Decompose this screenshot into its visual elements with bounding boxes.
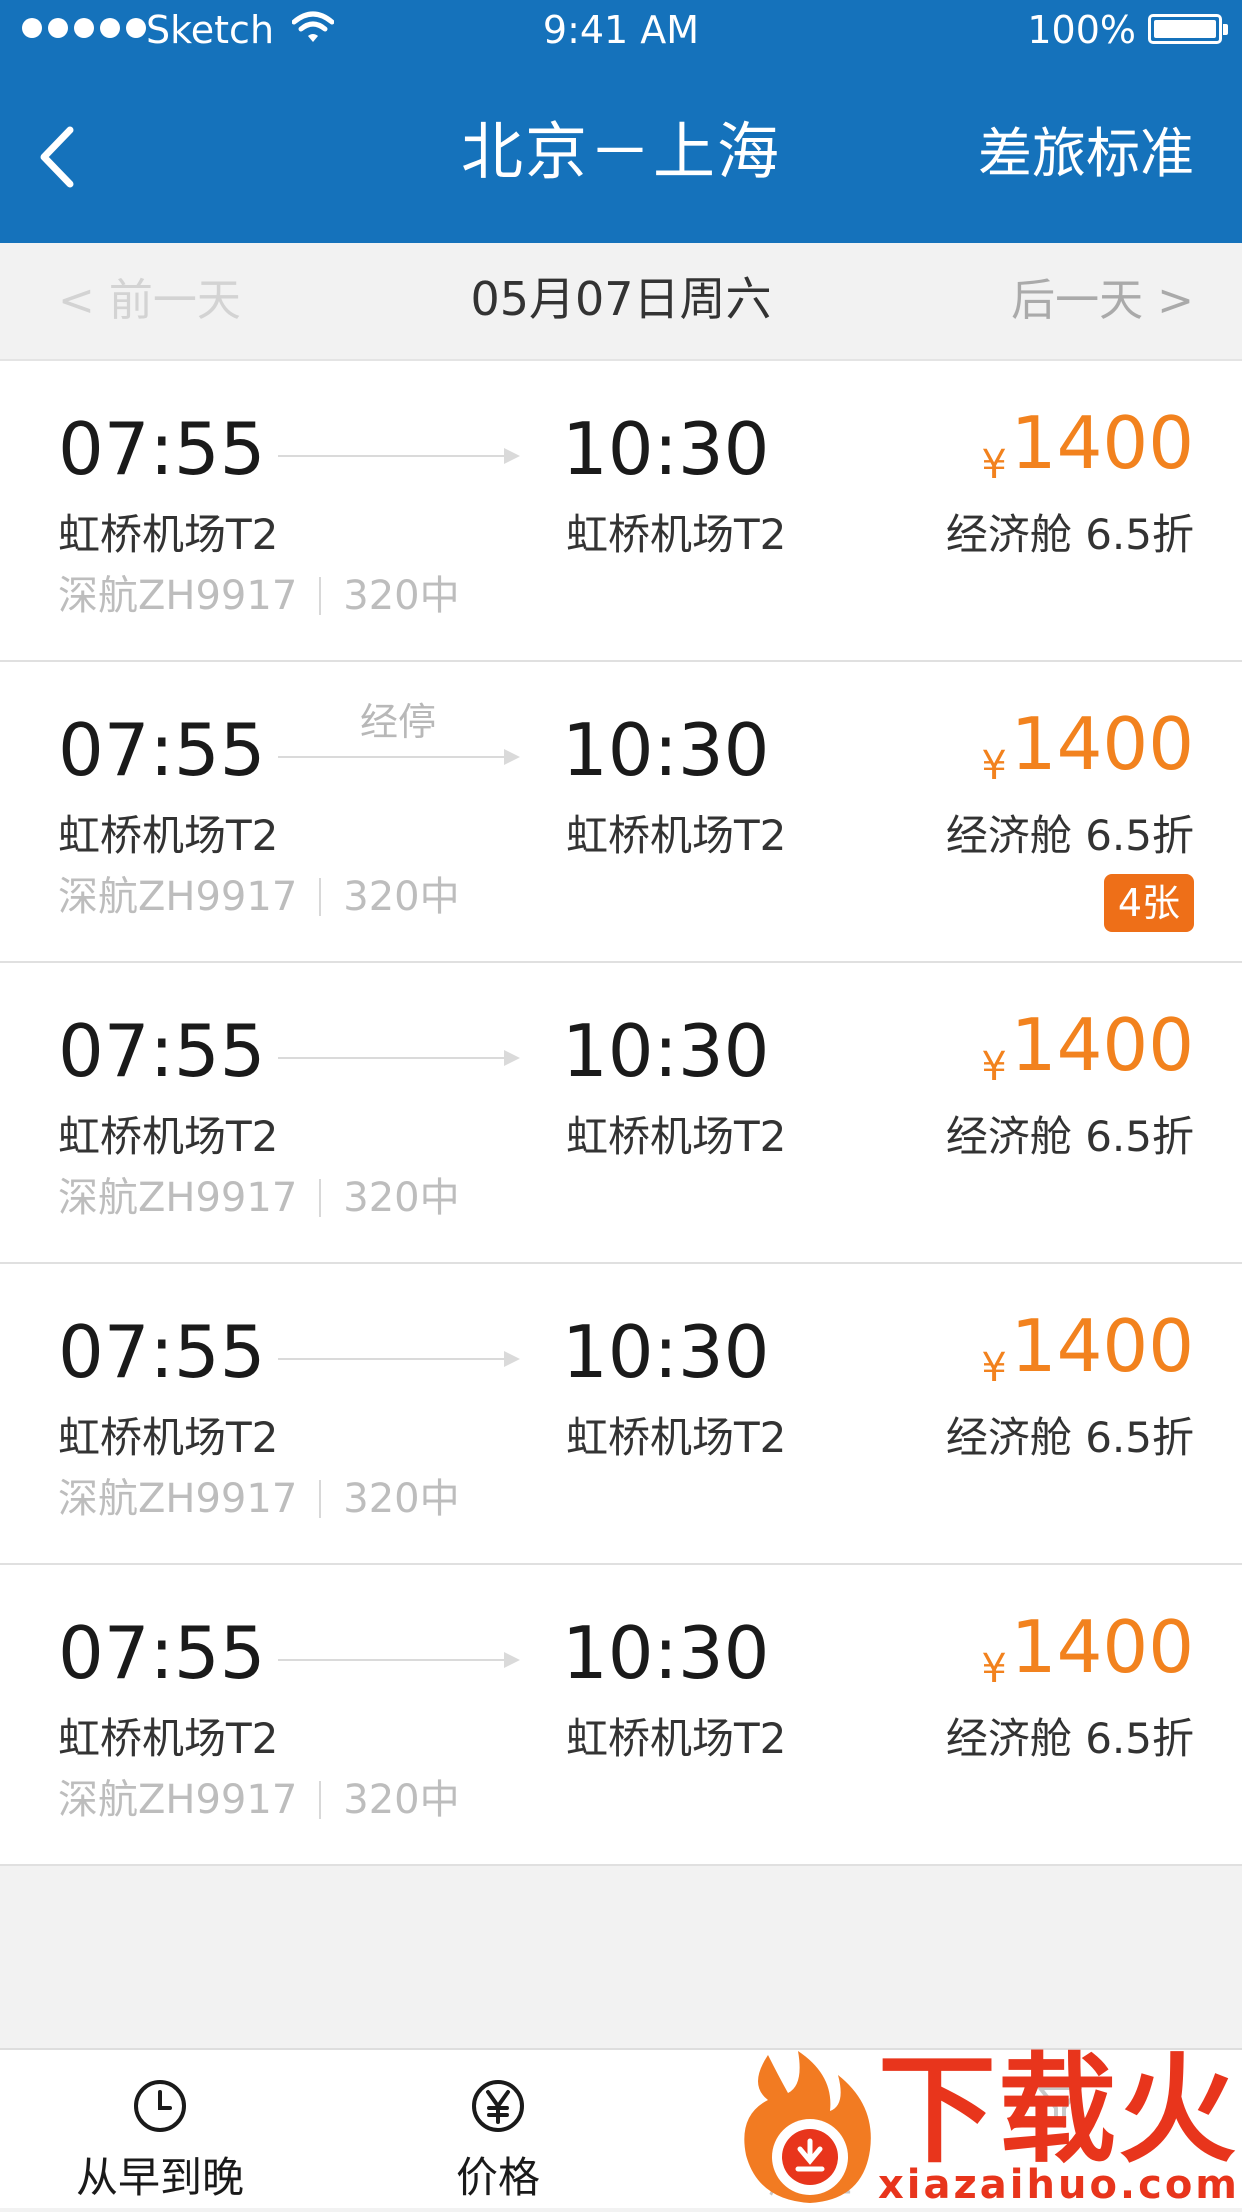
tickets-left-badge: 4张 [1103,874,1194,932]
divider [319,1480,322,1518]
tab-sort-by-price[interactable]: 价格 [388,2078,608,2206]
airline-flight-number: 深航ZH9917 [58,1175,298,1221]
route-arrow-icon [278,448,520,464]
watermark-text: 下载火 [878,2041,1239,2179]
aircraft-type: 320中 [343,874,460,920]
aircraft-type: 320中 [343,573,460,619]
watermark-url: xiazaihuo.com [878,2162,1240,2208]
status-bar: Sketch 9:41 AM 100% [0,0,1242,60]
tab-sort-by-time[interactable]: 从早到晚 [50,2078,270,2206]
departure-time: 07:55 [58,1611,266,1695]
flight-info: 深航ZH9917 320中 [58,1472,460,1526]
departure-time: 07:55 [58,708,266,792]
price-amount: 1400 [1010,401,1194,485]
watermark-logo: 下载火 xiazaihuo.com [738,2045,1242,2208]
flight-row[interactable]: 07:55 10:30 虹桥机场T2 虹桥机场T2 深航ZH9917 320中 ¥… [0,1264,1242,1565]
flight-info: 深航ZH9917 320中 [58,870,460,924]
price-amount: 1400 [1010,1304,1194,1388]
arrival-time: 10:30 [562,407,770,491]
tab-label: 从早到晚 [75,2153,244,2202]
price: ¥1400 [981,1304,1194,1391]
price: ¥1400 [981,702,1194,789]
divider [319,878,322,916]
route-arrow-icon [278,749,520,765]
flight-row[interactable]: 07:55 10:30 虹桥机场T2 虹桥机场T2 深航ZH9917 320中 ¥… [0,963,1242,1264]
currency-symbol: ¥ [981,442,1007,488]
price-amount: 1400 [1010,702,1194,786]
arrival-time: 10:30 [562,1611,770,1695]
flight-list: 07:55 10:30 虹桥机场T2 虹桥机场T2 深航ZH9917 320中 ¥… [0,361,1242,1866]
divider [319,1179,322,1217]
price: ¥1400 [981,401,1194,488]
currency-symbol: ¥ [981,1044,1007,1090]
departure-time: 07:55 [58,407,266,491]
price: ¥1400 [981,1605,1194,1692]
flight-row[interactable]: 07:55 经停 10:30 虹桥机场T2 虹桥机场T2 深航ZH9917 320… [0,662,1242,963]
aircraft-type: 320中 [343,1175,460,1221]
flight-info: 深航ZH9917 320中 [58,1171,460,1225]
departure-airport: 虹桥机场T2 [58,1112,279,1161]
yen-icon [472,2080,524,2132]
cabin-class: 经济舱 6.5折 [945,510,1194,559]
aircraft-type: 320中 [343,1476,460,1522]
departure-airport: 虹桥机场T2 [58,510,279,559]
cabin-class: 经济舱 6.5折 [945,1413,1194,1462]
arrival-airport: 虹桥机场T2 [566,1112,787,1161]
arrival-airport: 虹桥机场T2 [566,510,787,559]
arrival-time: 10:30 [562,1310,770,1394]
departure-time: 07:55 [58,1009,266,1093]
flight-row[interactable]: 07:55 10:30 虹桥机场T2 虹桥机场T2 深航ZH9917 320中 ¥… [0,361,1242,662]
price-amount: 1400 [1010,1605,1194,1689]
battery-icon [1148,14,1228,44]
top-bar: Sketch 9:41 AM 100% 北京－上海 差旅标准 [0,0,1242,243]
travel-policy-button[interactable]: 差旅标准 [978,118,1194,190]
arrival-airport: 虹桥机场T2 [566,1413,787,1462]
departure-airport: 虹桥机场T2 [58,1714,279,1763]
arrival-time: 10:30 [562,708,770,792]
price-amount: 1400 [1010,1003,1194,1087]
clock-icon [134,2080,186,2132]
airline-flight-number: 深航ZH9917 [58,1476,298,1522]
cabin-class: 经济舱 6.5折 [945,1112,1194,1161]
price: ¥1400 [981,1003,1194,1090]
tab-label: 价格 [455,2153,540,2202]
currency-symbol: ¥ [981,743,1007,789]
currency-symbol: ¥ [981,1646,1007,1692]
next-day-button[interactable]: 后一天 > [1011,273,1194,329]
arrival-airport: 虹桥机场T2 [566,1714,787,1763]
flame-logo-icon [744,2051,871,2203]
airline-flight-number: 深航ZH9917 [58,573,298,619]
route-arrow-icon [278,1351,520,1367]
arrival-airport: 虹桥机场T2 [566,811,787,860]
date-bar: < 前一天 05月07日周六 后一天 > [0,243,1242,361]
flight-info: 深航ZH9917 320中 [58,569,460,623]
cabin-class: 经济舱 6.5折 [945,1714,1194,1763]
route-arrow-icon [278,1652,520,1668]
arrival-time: 10:30 [562,1009,770,1093]
currency-symbol: ¥ [981,1345,1007,1391]
flight-info: 深航ZH9917 320中 [58,1773,460,1827]
flight-row[interactable]: 07:55 10:30 虹桥机场T2 虹桥机场T2 深航ZH9917 320中 ¥… [0,1565,1242,1866]
cabin-class: 经济舱 6.5折 [945,811,1194,860]
airline-flight-number: 深航ZH9917 [58,1777,298,1823]
divider [319,1781,322,1819]
divider [319,577,322,615]
departure-airport: 虹桥机场T2 [58,811,279,860]
battery-percentage: 100% [1027,8,1136,52]
departure-time: 07:55 [58,1310,266,1394]
stopover-label: 经停 [359,700,436,744]
departure-airport: 虹桥机场T2 [58,1413,279,1462]
airline-flight-number: 深航ZH9917 [58,874,298,920]
route-arrow-icon [278,1050,520,1066]
aircraft-type: 320中 [343,1777,460,1823]
